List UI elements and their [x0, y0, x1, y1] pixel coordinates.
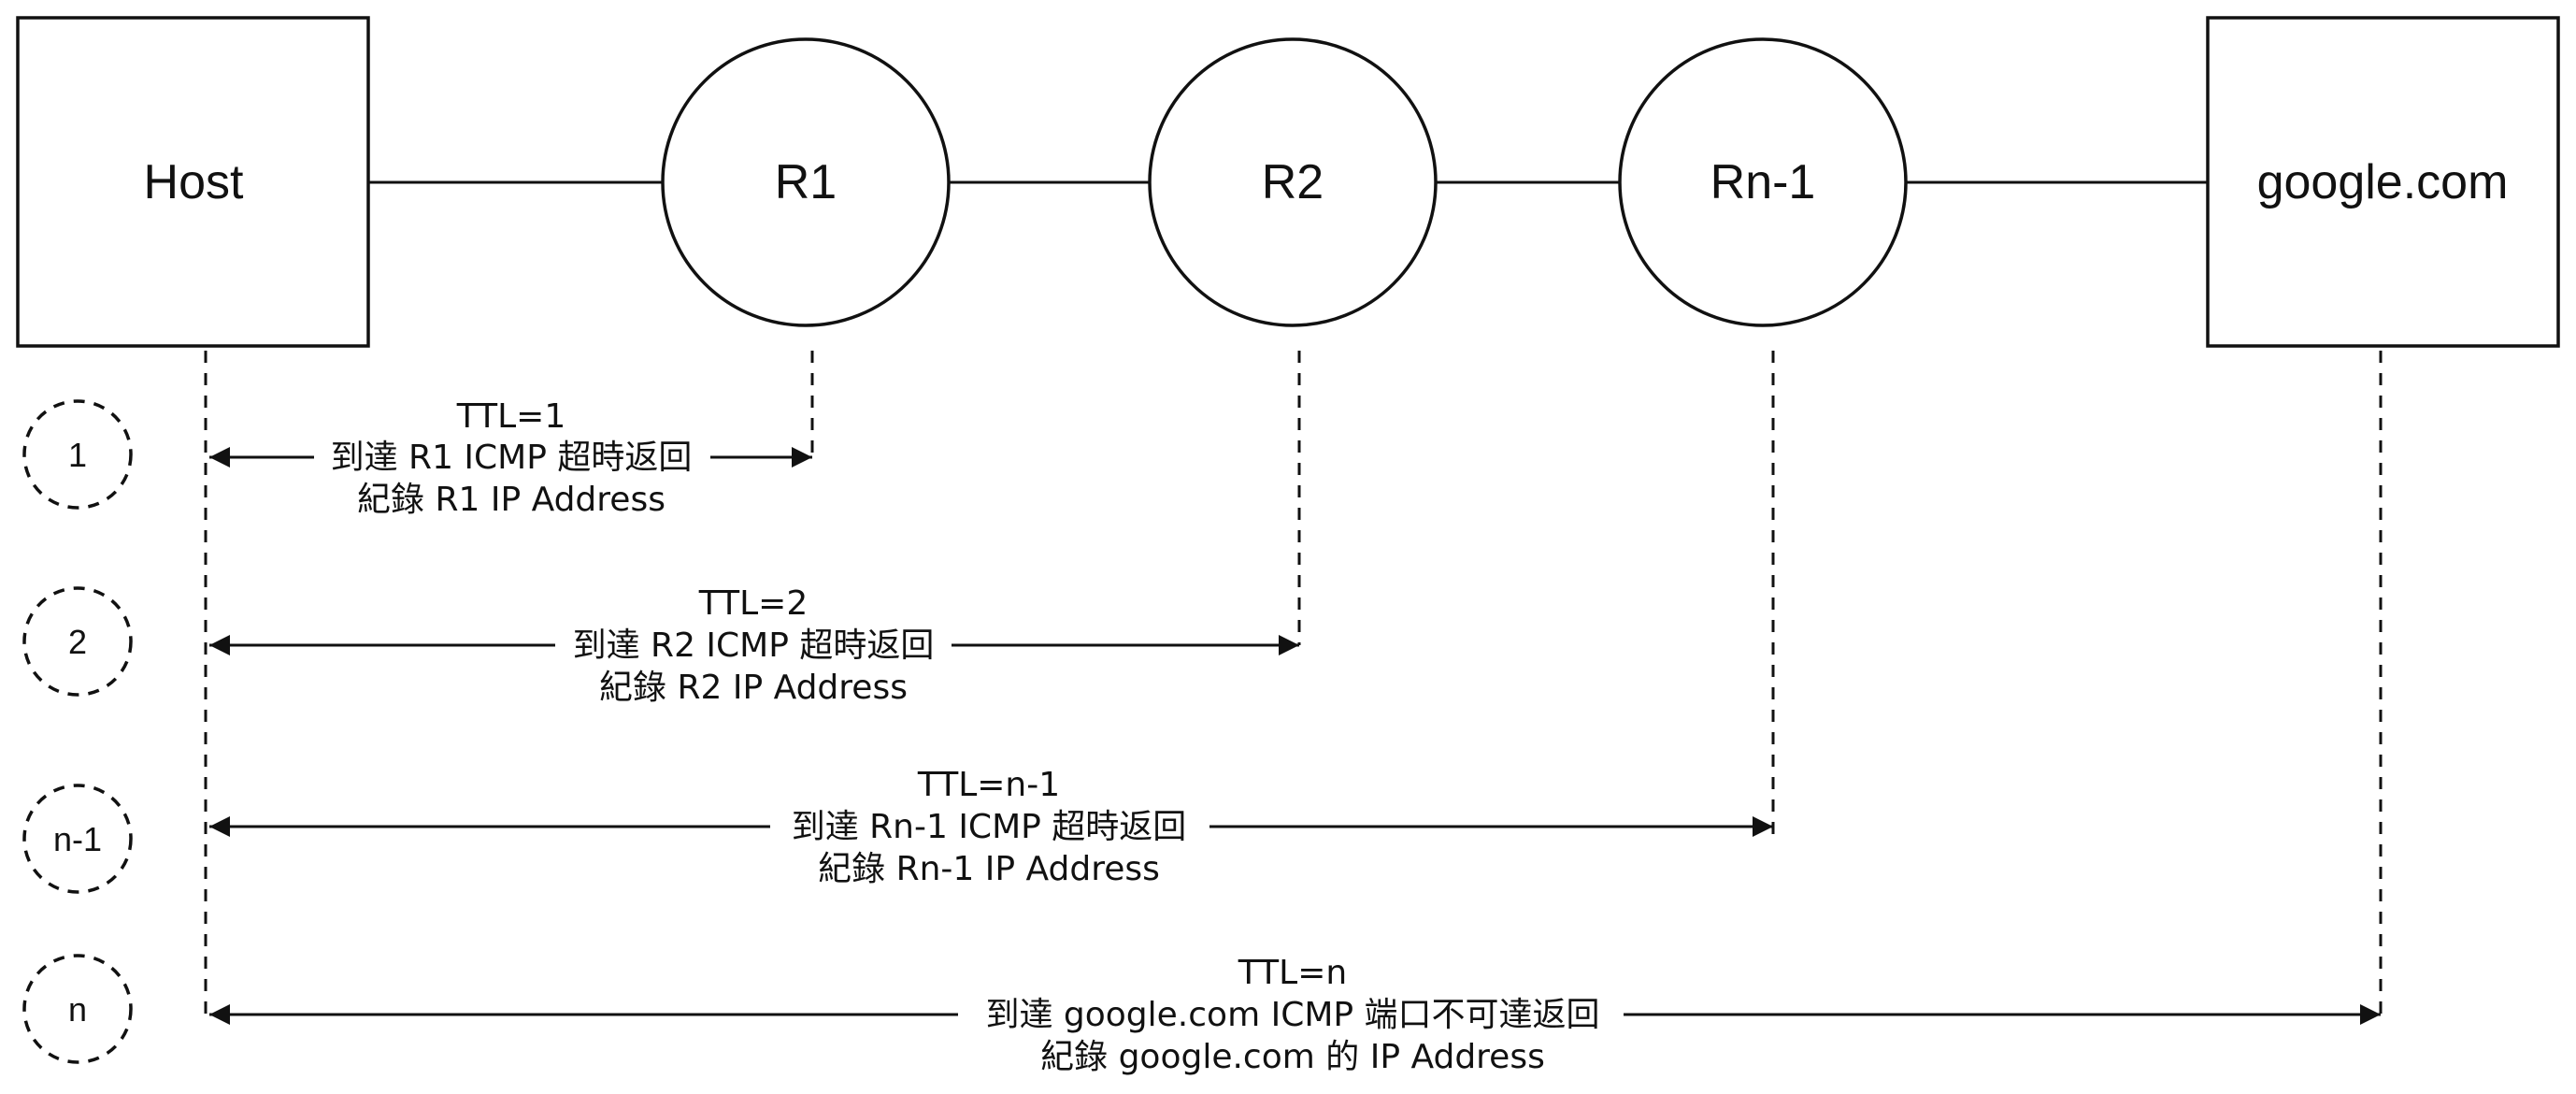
step-n-number: n [68, 990, 87, 1029]
step-2-ttl: TTL=2 [698, 584, 808, 623]
step-1-number: 1 [68, 436, 87, 474]
node-r2-label: R2 [1262, 155, 1324, 209]
step-2-number: 2 [68, 623, 87, 661]
step-n-1-ttl: TTL=n-1 [917, 766, 1060, 804]
step-n-ttl: TTL=n [1238, 954, 1347, 992]
node-r2: R2 [1148, 37, 1438, 327]
step-2-action: 到達 R2 ICMP 超時返回 [573, 626, 935, 665]
traceroute-diagram: Host R1 R2 Rn-1 google.com 1 TTL=1 到達 R1… [16, 16, 2560, 1076]
node-r1: R1 [661, 37, 951, 327]
step-n-1: n-1 TTL=n-1 到達 Rn-1 ICMP 超時返回 紀錄 Rn-1 IP… [22, 766, 1773, 894]
step-2: 2 TTL=2 到達 R2 ICMP 超時返回 紀錄 R2 IP Address [22, 584, 1299, 707]
step-1-record: 紀錄 R1 IP Address [357, 481, 665, 519]
node-google: google.com [2206, 16, 2560, 348]
step-n: n TTL=n 到達 google.com ICMP 端口不可達返回 紀錄 go… [22, 954, 2381, 1076]
node-rn1: Rn-1 [1618, 37, 1908, 327]
step-n-action: 到達 google.com ICMP 端口不可達返回 [985, 996, 1599, 1034]
step-n-1-action: 到達 Rn-1 ICMP 超時返回 [792, 808, 1187, 846]
node-r1-label: R1 [775, 155, 837, 209]
step-n-1-number: n-1 [53, 820, 102, 858]
step-n-record: 紀錄 google.com 的 IP Address [1040, 1038, 1545, 1076]
step-n-1-record: 紀錄 Rn-1 IP Address [818, 850, 1160, 888]
node-rn1-label: Rn-1 [1710, 155, 1816, 209]
step-1-action: 到達 R1 ICMP 超時返回 [331, 439, 693, 477]
step-1-ttl: TTL=1 [456, 397, 565, 436]
node-host-label: Host [144, 155, 244, 209]
node-google-label: google.com [2257, 155, 2509, 209]
node-host: Host [16, 16, 370, 348]
step-1: 1 TTL=1 到達 R1 ICMP 超時返回 紀錄 R1 IP Address [22, 397, 812, 519]
step-2-record: 紀錄 R2 IP Address [599, 669, 908, 707]
